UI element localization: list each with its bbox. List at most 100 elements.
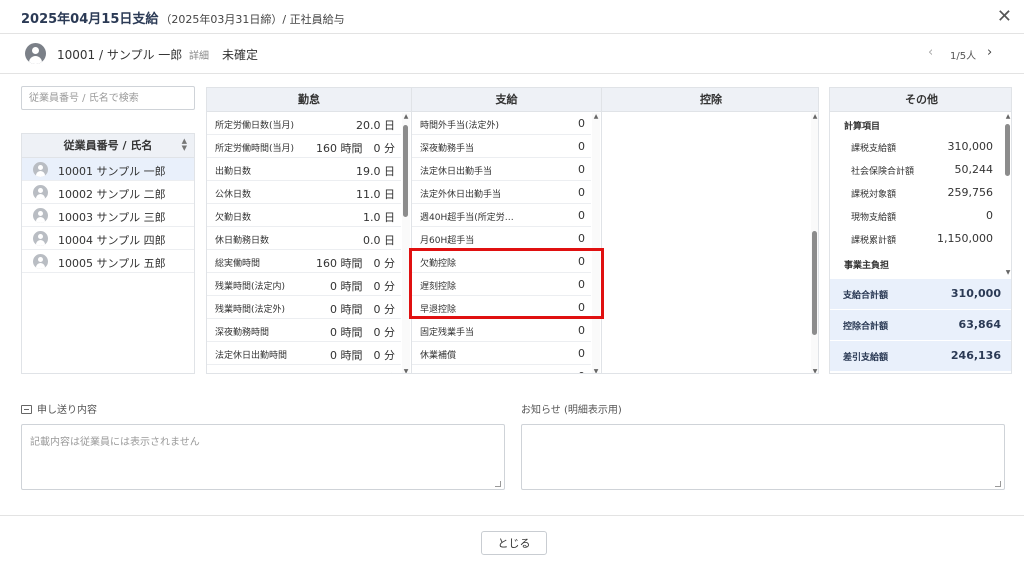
sort-icon[interactable]: ▲ ▼	[182, 138, 187, 152]
calc-section-title: 計算項目	[844, 122, 881, 132]
attendance-row: 深夜勤務時間 0 時間 0 分	[207, 319, 401, 342]
handover-label-text: 申し送り内容	[37, 405, 97, 416]
payment-value[interactable]: 0	[578, 232, 585, 245]
calc-row: 課税対象額 259,756	[830, 181, 1003, 204]
employee-search-input[interactable]	[21, 86, 195, 110]
avatar-icon	[33, 208, 48, 223]
attendance-row: 所定労働日数(当月) 20.0 日	[207, 112, 401, 135]
attendance-value[interactable]: 1.0 日	[363, 209, 395, 225]
pager-next-icon[interactable]: ›	[987, 45, 992, 60]
payment-row: 法定休日出勤手当 0	[412, 158, 591, 181]
calc-row: 課税累計額 1,150,000	[830, 227, 1003, 250]
attendance-value[interactable]: 20.0 日	[356, 117, 395, 133]
page-title: 2025年04月15日支給 （2025年03月31日締）/ 正社員給与	[21, 8, 345, 27]
attendance-row: 欠勤日数 1.0 日	[207, 204, 401, 227]
attendance-value[interactable]: 160 時間 0 分	[316, 140, 395, 156]
payment-row: 深夜勤務手当 0	[412, 135, 591, 158]
attendance-label: 残業時間(法定外)	[215, 305, 286, 315]
status-label: 未確定	[222, 48, 259, 62]
calc-row: 課税支給額 310,000	[830, 135, 1003, 158]
attendance-row: 法定休日出勤時間 0 時間 0 分	[207, 342, 401, 365]
attendance-label: 所定労働時間(当月)	[215, 144, 295, 154]
employee-detail-link[interactable]: 詳細	[189, 47, 209, 62]
other-scrollbar[interactable]: ▲ ▼	[1004, 113, 1011, 276]
payment-row: 法定外休日出勤手当 0	[412, 181, 591, 204]
pager-prev-icon[interactable]: ‹	[928, 45, 933, 60]
payment-row: 固定残業手当 0	[412, 319, 591, 342]
payment-label: 深夜勤務手当	[420, 144, 475, 154]
employee-bar: 10001 / サンプル 一郎 詳細 未確定 ‹ 1/5人 ›	[0, 34, 1024, 74]
attendance-value[interactable]: 0 時間 0 分	[330, 347, 395, 363]
calc-row: 社会保険合計額 50,244	[830, 158, 1003, 181]
attendance-row: 出勤日数 19.0 日	[207, 158, 401, 181]
calc-value: 310,000	[947, 140, 994, 153]
attendance-value[interactable]: 0.0 日	[363, 232, 395, 248]
comment-icon	[21, 405, 32, 414]
close-button[interactable]: とじる	[481, 531, 547, 555]
attendance-row: 残業時間(法定外) 0 時間 0 分	[207, 296, 401, 319]
payment-label: 家族手当(課税)	[420, 371, 481, 373]
notice-textarea[interactable]	[521, 424, 1005, 490]
deduction-column-header: 控除	[602, 88, 818, 112]
attendance-value[interactable]: 0 時間 0 分	[330, 301, 395, 317]
attendance-row: 休日勤務日数 0.0 日	[207, 227, 401, 250]
attendance-scrollbar[interactable]: ▲ ▼	[402, 113, 410, 373]
employee-name: 10001 / サンプル 一郎	[57, 48, 183, 62]
payment-scrollbar[interactable]: ▲ ▼	[592, 113, 600, 373]
attendance-value[interactable]: 0 時間 0 分	[330, 370, 395, 373]
payment-row: 時間外手当(法定外) 0	[412, 112, 591, 135]
attendance-label: 遅刻時間	[215, 371, 251, 373]
attendance-value[interactable]: 160 時間 0 分	[316, 255, 395, 271]
calc-label: 現物支給額	[851, 213, 897, 223]
attendance-value[interactable]: 19.0 日	[356, 163, 395, 179]
resize-grip-icon[interactable]	[495, 481, 501, 487]
close-icon[interactable]: ✕	[997, 6, 1012, 27]
calc-label: 課税対象額	[851, 190, 897, 200]
total-row: 差引支給額 246,136	[830, 340, 1011, 371]
avatar-icon	[33, 254, 48, 269]
deduction-scrollbar[interactable]: ▲ ▼	[811, 113, 818, 373]
total-label: 支給合計額	[843, 291, 889, 301]
attendance-row: 遅刻時間 0 時間 0 分	[207, 365, 401, 373]
attendance-value[interactable]: 0 時間 0 分	[330, 278, 395, 294]
employee-list-item[interactable]: 10005 サンプル 五郎	[22, 250, 194, 273]
payment-row: 月60H超手当 0	[412, 227, 591, 250]
payment-value[interactable]: 0	[578, 347, 585, 360]
payment-label: 週40H超手当(所定労…	[420, 213, 514, 223]
payment-value[interactable]: 0	[578, 209, 585, 222]
attendance-row: 所定労働時間(当月) 160 時間 0 分	[207, 135, 401, 158]
employee-list-item[interactable]: 10003 サンプル 三郎	[22, 204, 194, 227]
employee-list-item-label: 10002 サンプル 二郎	[58, 188, 166, 201]
attendance-label: 深夜勤務時間	[215, 328, 270, 338]
payment-value[interactable]: 0	[578, 186, 585, 199]
employee-list-item[interactable]: 10004 サンプル 四郎	[22, 227, 194, 250]
avatar-icon	[33, 185, 48, 200]
employee-list-item[interactable]: 10001 サンプル 一郎	[22, 158, 194, 181]
calc-value: 259,756	[947, 186, 994, 199]
calc-value: 0	[986, 209, 993, 222]
payment-value[interactable]: 0	[578, 324, 585, 337]
employer-section-title: 事業主負担	[844, 261, 890, 271]
footer-divider	[0, 515, 1024, 516]
payment-label: 時間外手当(法定外)	[420, 121, 500, 131]
payment-value[interactable]: 0	[578, 117, 585, 130]
payment-value[interactable]: 0	[578, 140, 585, 153]
attendance-value[interactable]: 11.0 日	[356, 186, 395, 202]
handover-textarea[interactable]	[21, 424, 505, 490]
total-value: 246,136	[950, 349, 1001, 362]
attendance-value[interactable]: 0 時間 0 分	[330, 324, 395, 340]
resize-grip-icon[interactable]	[995, 481, 1001, 487]
handover-label: 申し送り内容	[21, 401, 97, 416]
other-panel: その他 計算項目 課税支給額 310,000 社会保険合計額 50,244 課税対象額 2…	[829, 87, 1012, 374]
avatar-icon	[33, 162, 48, 177]
attendance-row: 公休日数 11.0 日	[207, 181, 401, 204]
calc-label: 課税累計額	[851, 236, 897, 246]
attendance-label: 欠勤日数	[215, 213, 252, 223]
attendance-label: 休日勤務日数	[215, 236, 270, 246]
attendance-column-header: 勤怠	[207, 88, 411, 112]
payment-value[interactable]: 0	[578, 163, 585, 176]
payment-value[interactable]: 0	[578, 370, 585, 373]
employee-list-item[interactable]: 10002 サンプル 二郎	[22, 181, 194, 204]
employee-list-header[interactable]: 従業員番号 / 氏名 ▲ ▼	[22, 134, 194, 158]
calc-value: 1,150,000	[937, 232, 993, 245]
